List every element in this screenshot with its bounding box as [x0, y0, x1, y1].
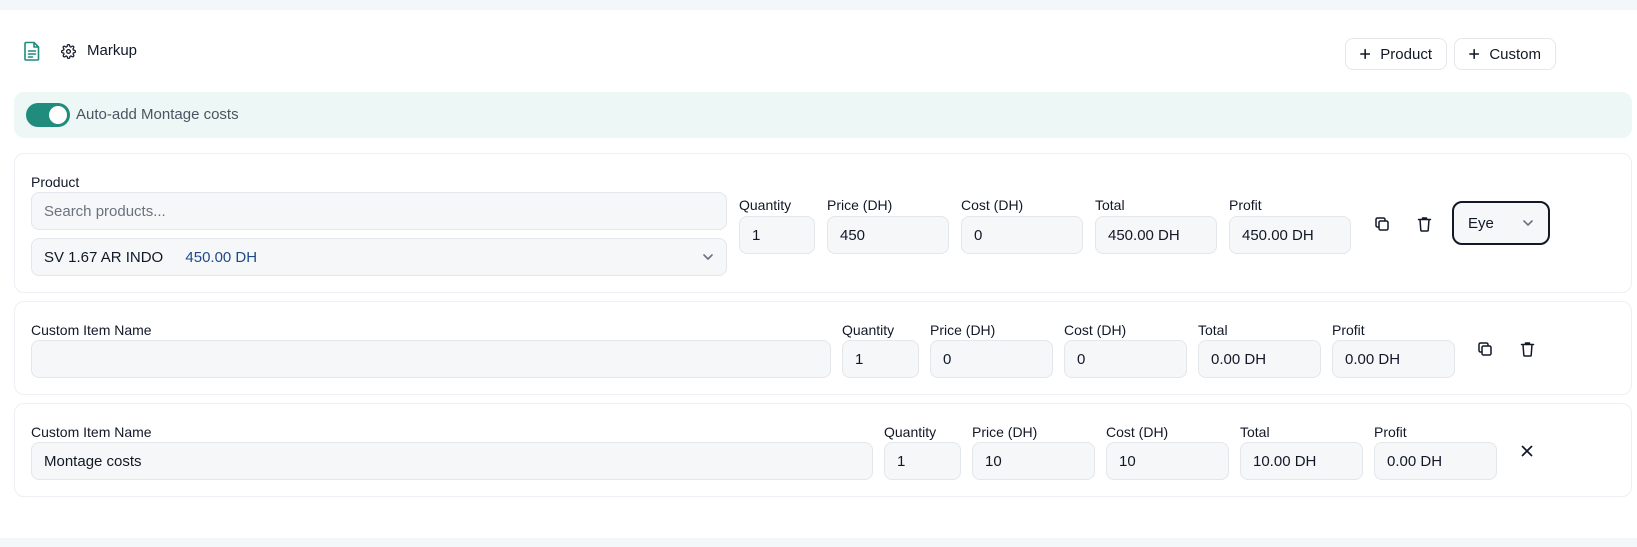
custom-name-input[interactable] — [31, 340, 831, 378]
cost-label: Cost (DH) — [961, 197, 1024, 213]
quantity-label: Quantity — [884, 424, 937, 440]
selected-product-name: SV 1.67 AR INDO — [44, 248, 164, 266]
close-icon[interactable] — [1515, 439, 1539, 463]
custom-name-input[interactable]: Montage costs — [31, 442, 873, 480]
eye-select-value: Eye — [1468, 214, 1494, 232]
quantity-input[interactable]: 1 — [739, 216, 815, 254]
gear-icon[interactable] — [59, 42, 77, 60]
quantity-label: Quantity — [842, 322, 895, 338]
chevron-down-icon — [703, 254, 713, 260]
product-select[interactable]: SV 1.67 AR INDO 450.00 DH — [31, 238, 727, 276]
total-value: 450.00 DH — [1095, 216, 1217, 254]
cost-label: Cost (DH) — [1106, 424, 1169, 440]
price-label: Price (DH) — [827, 197, 893, 213]
quantity-label: Quantity — [739, 197, 792, 213]
trash-icon[interactable] — [1515, 337, 1539, 361]
add-custom-button[interactable]: Custom — [1454, 38, 1556, 70]
auto-add-montage-label: Auto-add Montage costs — [76, 106, 239, 123]
custom-name-label: Custom Item Name — [31, 322, 152, 338]
plus-icon — [1469, 48, 1480, 60]
profit-label: Profit — [1374, 424, 1407, 440]
quantity-input[interactable]: 1 — [842, 340, 919, 378]
add-custom-label: Custom — [1489, 45, 1541, 63]
profit-value: 450.00 DH — [1229, 216, 1351, 254]
cost-label: Cost (DH) — [1064, 322, 1127, 338]
page-title: Markup — [87, 42, 138, 59]
total-label: Total — [1095, 197, 1125, 213]
eye-select[interactable]: Eye — [1452, 201, 1550, 245]
markup-panel: Markup Product Custom Auto-add Montage c… — [0, 10, 1637, 538]
chevron-down-icon — [1523, 220, 1533, 226]
price-input[interactable]: 450 — [827, 216, 949, 254]
montage-line-card: Custom Item Name Montage costs Quantity … — [14, 403, 1632, 497]
profit-value: 0.00 DH — [1332, 340, 1455, 378]
total-label: Total — [1198, 322, 1228, 338]
add-product-label: Product — [1380, 45, 1432, 63]
product-search-input[interactable]: Search products... — [31, 192, 727, 230]
custom-line-card: Custom Item Name Quantity 1 Price (DH) 0… — [14, 301, 1632, 395]
total-label: Total — [1240, 424, 1270, 440]
product-label: Product — [31, 174, 80, 190]
price-input[interactable]: 10 — [972, 442, 1095, 480]
total-value: 0.00 DH — [1198, 340, 1321, 378]
duplicate-icon[interactable] — [1473, 337, 1497, 361]
product-line-card: Product Search products... SV 1.67 AR IN… — [14, 153, 1632, 293]
auto-add-montage-toggle[interactable] — [26, 103, 70, 127]
auto-add-montage-bar: Auto-add Montage costs — [14, 92, 1632, 138]
duplicate-icon[interactable] — [1370, 212, 1394, 236]
profit-value: 0.00 DH — [1374, 442, 1497, 480]
quantity-input[interactable]: 1 — [884, 442, 961, 480]
price-input[interactable]: 0 — [930, 340, 1053, 378]
profit-label: Profit — [1332, 322, 1365, 338]
price-label: Price (DH) — [930, 322, 996, 338]
plus-icon — [1360, 48, 1371, 60]
profit-label: Profit — [1229, 197, 1262, 213]
cost-input[interactable]: 10 — [1106, 442, 1229, 480]
document-icon[interactable] — [22, 40, 42, 62]
price-label: Price (DH) — [972, 424, 1038, 440]
selected-product-price: 450.00 DH — [185, 248, 258, 266]
toggle-knob — [49, 106, 67, 124]
cost-input[interactable]: 0 — [961, 216, 1083, 254]
add-product-button[interactable]: Product — [1345, 38, 1447, 70]
cost-input[interactable]: 0 — [1064, 340, 1187, 378]
custom-name-label: Custom Item Name — [31, 424, 152, 440]
trash-icon[interactable] — [1412, 212, 1436, 236]
total-value: 10.00 DH — [1240, 442, 1363, 480]
